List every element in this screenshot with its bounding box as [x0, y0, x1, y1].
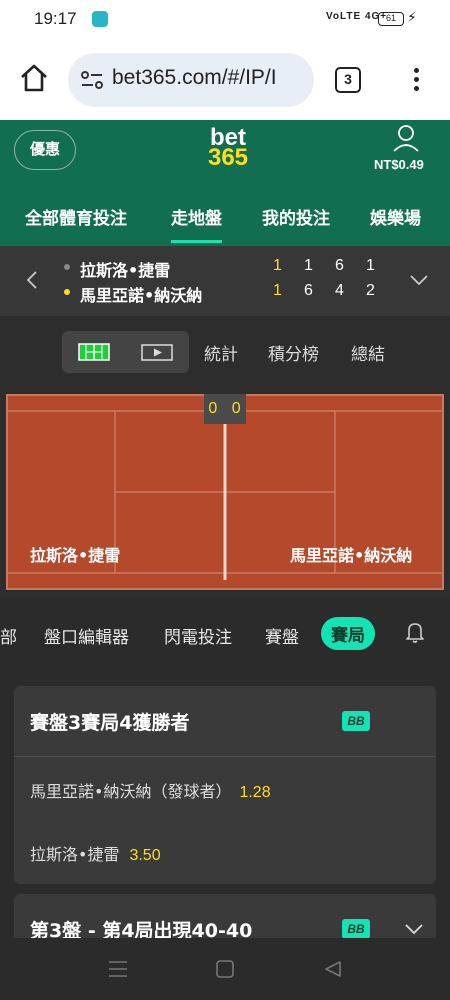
selection-label: 拉斯洛•捷雷	[30, 845, 120, 864]
battery-icon: 61	[378, 12, 404, 26]
match-header[interactable]: 拉斯洛•捷雷 馬里亞諾•納沃納 1 1 6 1 1 6 4 2	[0, 246, 450, 316]
selection-odds[interactable]: 3.50	[129, 847, 160, 864]
court-left-player: 拉斯洛•捷雷	[30, 546, 121, 565]
live-stream-icon[interactable]	[141, 344, 173, 361]
nav-all-sports[interactable]: 全部體育投注	[25, 204, 127, 229]
selection-label: 馬里亞諾•納沃納（發球者）	[30, 782, 232, 801]
nav-in-play[interactable]: 走地盤	[171, 204, 222, 243]
home-icon[interactable]	[18, 62, 50, 94]
court-view-icon[interactable]	[78, 343, 110, 361]
account-icon[interactable]	[392, 123, 420, 153]
charging-icon: ⚡	[407, 10, 417, 26]
tab-instant-bet[interactable]: 閃電投注	[164, 623, 232, 648]
main-nav: 全部體育投注 走地盤 我的投注 娛樂場	[0, 198, 450, 246]
player-2-set2: 4	[335, 282, 344, 299]
serve-indicator	[64, 289, 70, 295]
bet-builder-badge: BB	[342, 919, 370, 939]
bell-icon[interactable]	[404, 620, 426, 644]
market-title[interactable]: 賽盤3賽局4獲勝者	[30, 708, 189, 735]
serve-indicator	[64, 264, 70, 270]
court-visualization: 0 0 拉斯洛•捷雷 馬里亞諾•納沃納	[0, 394, 450, 598]
tab-set[interactable]: 賽盤	[265, 623, 299, 648]
home-nav-icon[interactable]	[215, 959, 235, 979]
tab-standings[interactable]: 積分榜	[268, 340, 319, 365]
url-text[interactable]: bet365.com/#/IP/I	[112, 66, 308, 90]
chevron-down-icon[interactable]	[409, 273, 429, 287]
status-bar: 19:17 VoLTE 4G+ 61 ⚡	[0, 0, 450, 40]
bet365-logo[interactable]: bet 365	[198, 126, 258, 170]
tab-game[interactable]: 賽局	[321, 617, 375, 650]
player-2-sets: 1	[273, 282, 282, 299]
site-settings-icon[interactable]	[80, 70, 104, 90]
player-1-sets: 1	[273, 257, 282, 274]
player-2-name: 馬里亞諾•納沃納	[80, 286, 203, 305]
tennis-court	[6, 394, 444, 590]
court-right-player: 馬里亞諾•納沃納	[290, 546, 413, 565]
promotions-button[interactable]: 優惠	[14, 130, 76, 170]
status-time: 19:17	[34, 9, 77, 28]
market-tabs: 部 盤口編輯器 閃電投注 賽盤 賽局	[0, 598, 450, 666]
selection-odds[interactable]: 1.28	[239, 784, 270, 801]
more-options-icon[interactable]	[406, 66, 426, 96]
browser-toolbar: bet365.com/#/IP/I 3	[0, 40, 450, 120]
player-1-set3: 1	[366, 257, 375, 274]
player-2-set1: 6	[304, 282, 313, 299]
player-2-set3: 2	[366, 282, 375, 299]
recent-apps-icon[interactable]	[107, 960, 129, 978]
tab-bet-builder[interactable]: 盤口編輯器	[44, 623, 129, 648]
site-header: 優惠 bet 365 NT$0.49 全部體育投注 走地盤 我的投注 娛樂場	[0, 120, 450, 246]
player-1-name: 拉斯洛•捷雷	[80, 261, 171, 280]
tab-stats[interactable]: 統計	[204, 340, 238, 365]
player-1-set2: 6	[335, 257, 344, 274]
tab-all[interactable]: 部	[0, 623, 17, 648]
nav-casino[interactable]: 娛樂場	[370, 204, 421, 229]
chevron-down-icon[interactable]	[404, 922, 424, 936]
tab-summary[interactable]: 總結	[351, 340, 385, 365]
notification-icon	[92, 11, 108, 27]
media-tabs: 統計 積分榜 總結	[0, 316, 450, 394]
bet-builder-badge: BB	[342, 711, 370, 731]
tab-switcher-button[interactable]: 3	[335, 67, 361, 93]
address-bar[interactable]: bet365.com/#/IP/I	[68, 53, 314, 107]
divider	[14, 756, 436, 757]
system-nav-bar	[0, 938, 450, 1000]
chevron-left-icon[interactable]	[24, 266, 40, 294]
back-icon[interactable]	[323, 959, 343, 979]
account-balance[interactable]: NT$0.49	[374, 157, 424, 172]
game-score: 0 0	[204, 394, 246, 424]
selection-row[interactable]: 拉斯洛•捷雷 3.50	[30, 841, 161, 865]
selection-row[interactable]: 馬里亞諾•納沃納（發球者） 1.28	[30, 778, 271, 802]
market-card: 賽盤3賽局4獲勝者 BB 馬里亞諾•納沃納（發球者） 1.28 拉斯洛•捷雷 3.5…	[14, 686, 436, 884]
player-1-set1: 1	[304, 257, 313, 274]
nav-my-bets[interactable]: 我的投注	[262, 204, 330, 229]
